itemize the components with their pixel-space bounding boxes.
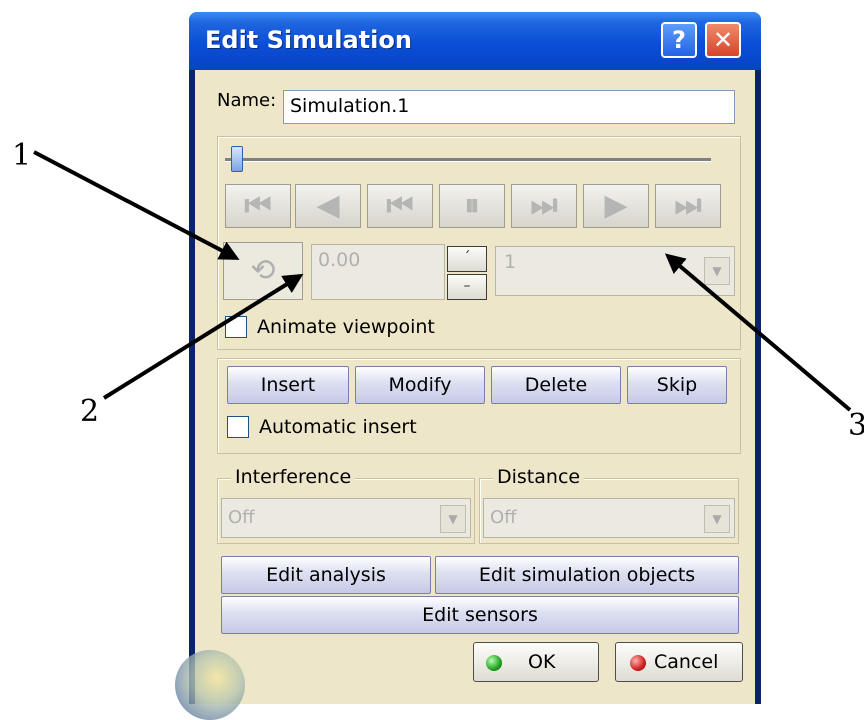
callout-arrow-2: [102, 273, 304, 400]
callout-arrow-3: [664, 253, 852, 412]
callout-arrows: [33, 150, 852, 412]
callout-arrow-1: [33, 150, 240, 260]
